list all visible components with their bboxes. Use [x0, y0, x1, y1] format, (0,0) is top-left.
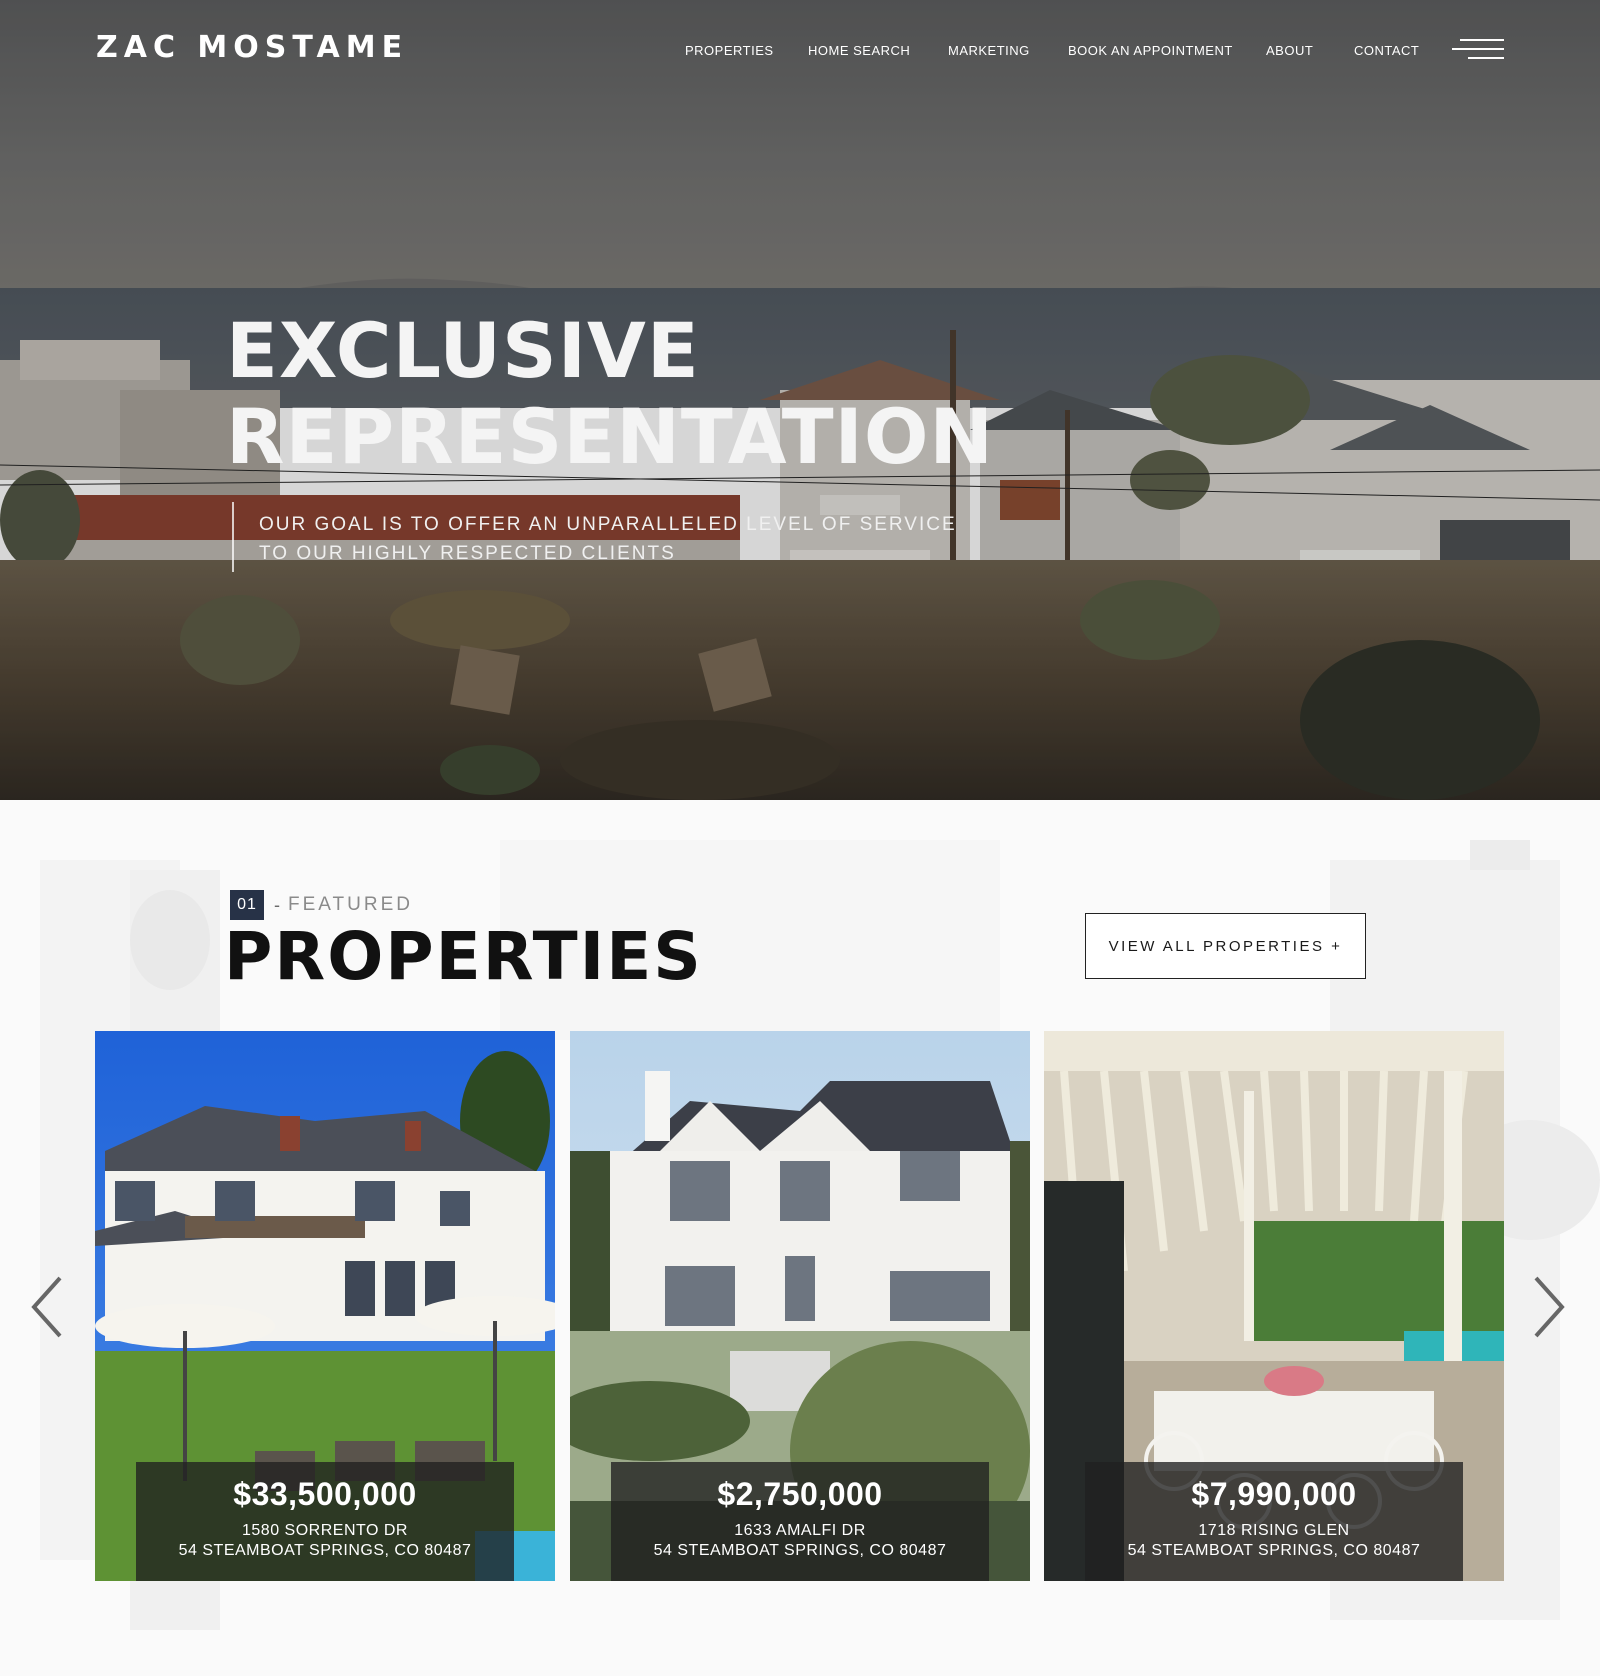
view-all-properties-button[interactable]: VIEW ALL PROPERTIES +: [1085, 913, 1366, 979]
hero-title: EXCLUSIVE REPRESENTATION: [226, 308, 994, 480]
property-address: 1718 RISING GLEN 54 STEAMBOAT SPRINGS, C…: [1085, 1521, 1463, 1561]
nav-item-home-search[interactable]: HOME SEARCH: [808, 43, 910, 58]
hero-title-line-1: EXCLUSIVE: [226, 306, 700, 395]
property-card-3[interactable]: $7,990,000 1718 RISING GLEN 54 STEAMBOAT…: [1044, 1031, 1504, 1581]
nav-item-properties[interactable]: PROPERTIES: [685, 43, 774, 58]
property-card-1[interactable]: $33,500,000 1580 SORRENTO DR 54 STEAMBOA…: [95, 1031, 555, 1581]
nav-item-book-appointment[interactable]: BOOK AN APPOINTMENT: [1068, 43, 1233, 58]
property-price: $2,750,000: [717, 1476, 883, 1512]
eyebrow-dash: -: [274, 894, 280, 915]
hero-subtitle: OUR GOAL IS TO OFFER AN UNPARALLELED LEV…: [259, 510, 957, 568]
property-city: 54 STEAMBOAT SPRINGS, CO 80487: [653, 1542, 947, 1559]
hero-section: ZAC MOSTAME PROPERTIES HOME SEARCH MARKE…: [0, 0, 1600, 800]
property-info-3: $7,990,000 1718 RISING GLEN 54 STEAMBOAT…: [1085, 1462, 1463, 1581]
property-info-2: $2,750,000 1633 AMALFI DR 54 STEAMBOAT S…: [611, 1462, 989, 1581]
property-address: 1580 SORRENTO DR 54 STEAMBOAT SPRINGS, C…: [136, 1521, 514, 1561]
top-navigation: ZAC MOSTAME PROPERTIES HOME SEARCH MARKE…: [0, 0, 1600, 100]
nav-item-marketing[interactable]: MARKETING: [948, 43, 1030, 58]
hamburger-menu-icon[interactable]: [1452, 37, 1504, 63]
nav-item-about[interactable]: ABOUT: [1266, 43, 1313, 58]
property-price: $33,500,000: [233, 1476, 417, 1512]
section-number-badge: 01: [230, 890, 264, 920]
hero-divider: [232, 502, 234, 572]
property-price: $7,990,000: [1191, 1476, 1357, 1512]
property-street: 1580 SORRENTO DR: [242, 1522, 408, 1539]
property-address: 1633 AMALFI DR 54 STEAMBOAT SPRINGS, CO …: [611, 1521, 989, 1561]
nav-item-contact[interactable]: CONTACT: [1354, 43, 1419, 58]
brand-logo[interactable]: ZAC MOSTAME: [96, 30, 408, 65]
featured-eyebrow: 01 - FEATURED: [230, 890, 413, 920]
property-city: 54 STEAMBOAT SPRINGS, CO 80487: [1127, 1542, 1421, 1559]
section-title: PROPERTIES: [224, 918, 703, 995]
property-city: 54 STEAMBOAT SPRINGS, CO 80487: [178, 1542, 472, 1559]
property-street: 1718 RISING GLEN: [1198, 1522, 1350, 1539]
property-info-1: $33,500,000 1580 SORRENTO DR 54 STEAMBOA…: [136, 1462, 514, 1581]
chevron-left-icon[interactable]: [26, 1272, 70, 1342]
property-card-2[interactable]: $2,750,000 1633 AMALFI DR 54 STEAMBOAT S…: [570, 1031, 1030, 1581]
hero-title-line-2: REPRESENTATION: [226, 392, 995, 481]
hero-subtitle-line-2: TO OUR HIGHLY RESPECTED CLIENTS: [259, 543, 676, 564]
chevron-right-icon[interactable]: [1526, 1272, 1570, 1342]
hero-subtitle-line-1: OUR GOAL IS TO OFFER AN UNPARALLELED LEV…: [259, 514, 957, 535]
featured-properties-section: 01 - FEATURED PROPERTIES VIEW ALL PROPER…: [0, 800, 1600, 1676]
property-street: 1633 AMALFI DR: [734, 1522, 866, 1539]
eyebrow-label: FEATURED: [288, 894, 413, 915]
